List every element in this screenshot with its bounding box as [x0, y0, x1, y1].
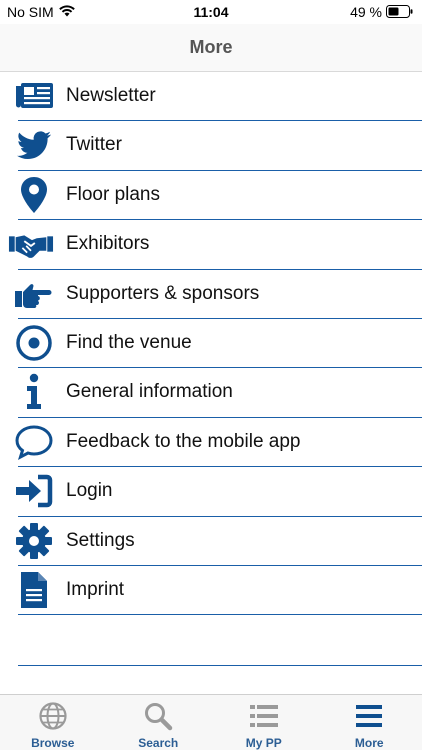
menu-item-general-information[interactable]: General information	[0, 368, 422, 418]
menu-item-label: Settings	[66, 529, 135, 551]
menu-item-settings[interactable]: Settings	[0, 517, 422, 566]
tab-browse[interactable]: Browse	[0, 695, 106, 750]
hand-pointing-icon	[14, 274, 54, 314]
divider	[18, 665, 422, 666]
menu-item-find-venue[interactable]: Find the venue	[0, 319, 422, 369]
menu-item-exhibitors[interactable]: Exhibitors	[0, 220, 422, 270]
menu-item-login[interactable]: Login	[0, 467, 422, 517]
menu-item-label: Feedback to the mobile app	[66, 430, 301, 452]
handshake-icon	[8, 224, 54, 264]
menu-item-newsletter[interactable]: Newsletter	[0, 72, 422, 122]
sign-in-icon	[14, 471, 54, 511]
battery-percentage: 49 %	[350, 4, 382, 20]
tab-bar: Browse Search My PP More	[0, 694, 422, 750]
speech-bubble-icon	[14, 422, 54, 462]
tab-label: More	[354, 736, 384, 750]
battery-icon	[386, 5, 413, 18]
newspaper-icon	[14, 76, 54, 116]
search-icon	[145, 703, 173, 731]
tab-label: My PP	[245, 736, 282, 750]
menu-item-label: Supporters & sponsors	[66, 282, 260, 304]
menu-item-label: Twitter	[66, 134, 122, 156]
info-icon	[14, 372, 54, 412]
divider	[18, 614, 422, 616]
menu-item-label: General information	[66, 381, 233, 403]
tab-more[interactable]: More	[317, 695, 422, 750]
hamburger-icon	[356, 705, 383, 727]
menu-item-label: Find the venue	[66, 331, 192, 353]
menu-item-label: Login	[66, 480, 113, 502]
list-icon	[249, 705, 278, 727]
menu-item-label: Exhibitors	[66, 233, 150, 255]
menu-list: Newsletter Twitter Floor plans Exhibitor…	[0, 72, 422, 616]
menu-item-floor-plans[interactable]: Floor plans	[0, 171, 422, 221]
menu-item-imprint[interactable]: Imprint	[0, 566, 422, 616]
page-title: More	[189, 37, 233, 57]
document-icon	[14, 570, 54, 610]
status-bar: No SIM 11:04 49 %	[0, 0, 422, 24]
menu-item-label: Newsletter	[66, 85, 156, 106]
gear-icon	[14, 521, 54, 561]
target-icon	[14, 323, 54, 363]
map-pin-icon	[14, 175, 54, 215]
menu-item-twitter[interactable]: Twitter	[0, 121, 422, 171]
menu-item-feedback[interactable]: Feedback to the mobile app	[0, 418, 422, 468]
tab-label: Search	[138, 736, 179, 750]
menu-item-supporters[interactable]: Supporters & sponsors	[0, 270, 422, 319]
tab-search[interactable]: Search	[106, 695, 212, 750]
menu-item-label: Floor plans	[66, 183, 160, 205]
tab-my-pp[interactable]: My PP	[211, 695, 317, 750]
menu-item-label: Imprint	[66, 578, 125, 600]
tab-label: Browse	[31, 736, 75, 750]
twitter-icon	[14, 125, 54, 165]
globe-icon	[39, 702, 67, 730]
navigation-bar: More	[0, 24, 422, 72]
